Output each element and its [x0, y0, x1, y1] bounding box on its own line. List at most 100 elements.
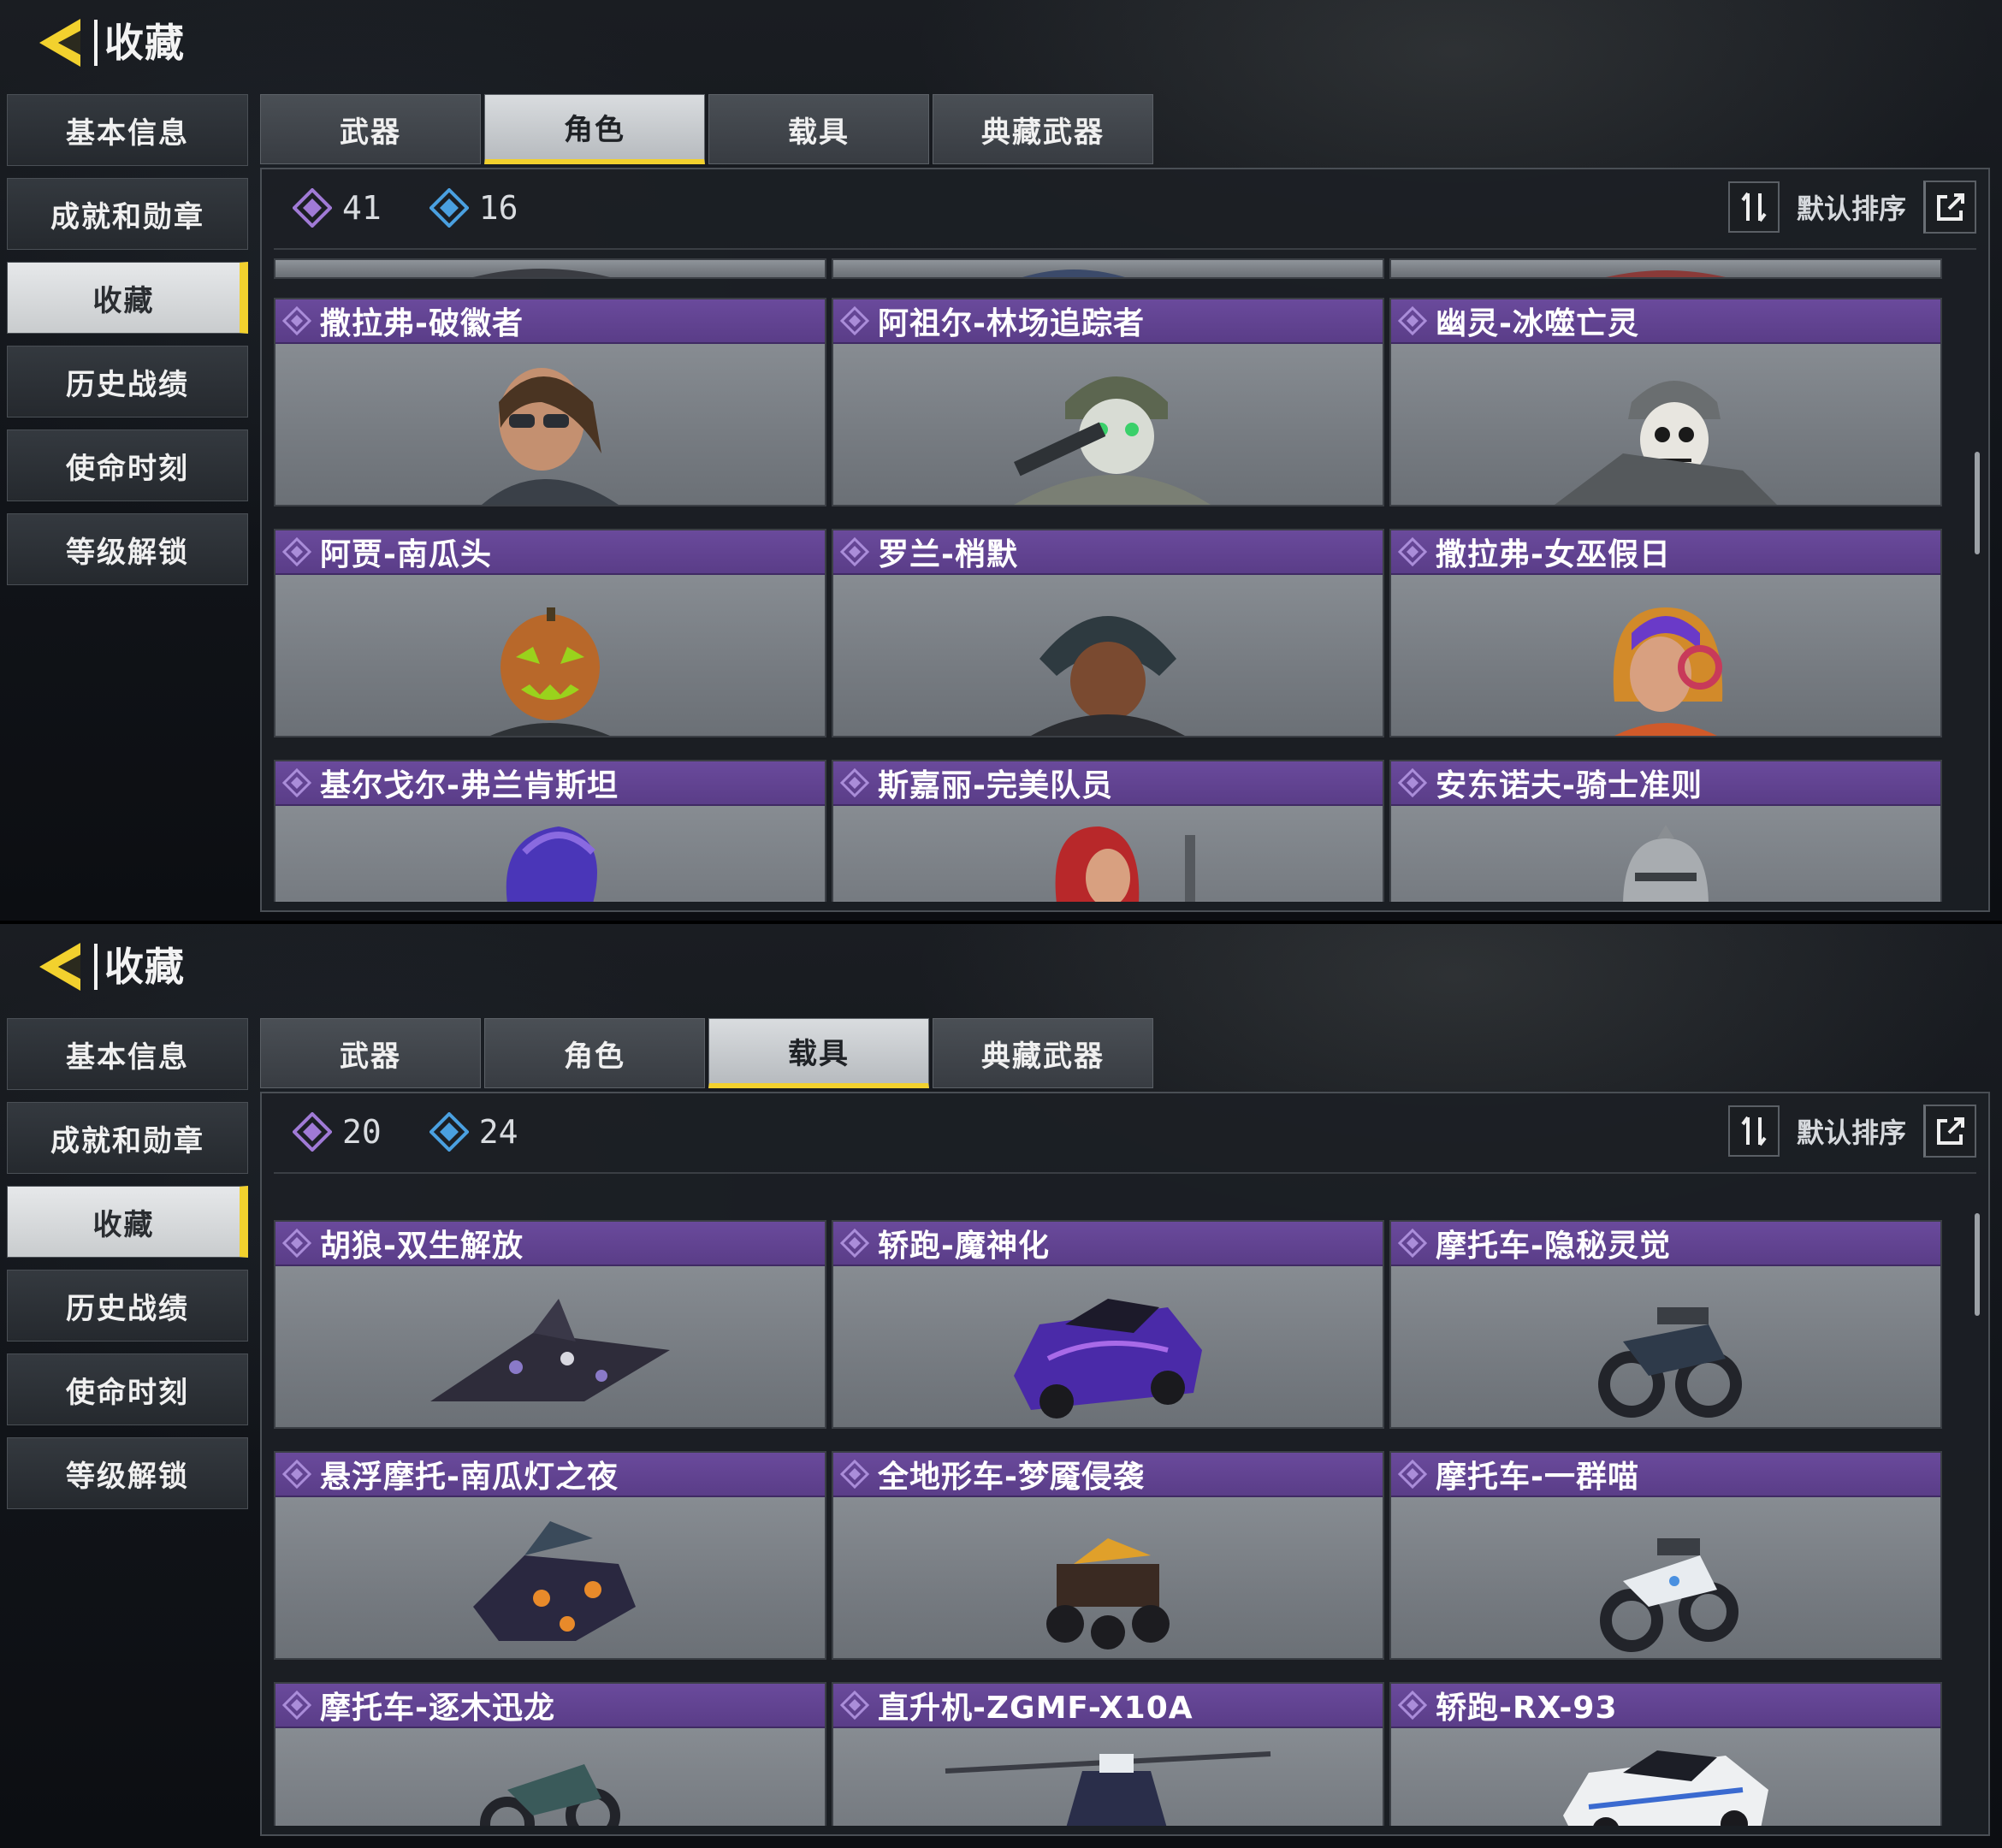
card-item[interactable]: 摩托车-隐秘灵觉: [1389, 1220, 1942, 1429]
tab-weapons[interactable]: 武器: [260, 94, 481, 164]
card-title: 阿祖尔-林场追踪者: [878, 306, 1145, 341]
vehicle-image: [945, 1751, 1271, 1826]
card-title: 胡狼-双生解放: [320, 1229, 524, 1264]
card-title: 幽灵-冰噬亡灵: [1436, 306, 1639, 341]
card-partial[interactable]: [832, 258, 1384, 279]
tab-weapons[interactable]: 武器: [260, 1018, 481, 1088]
tab-bar: 武器 角色 载具 典藏武器: [260, 1018, 1157, 1088]
sort-arrows-icon: [1741, 1116, 1767, 1146]
stat-epic: 24: [429, 1112, 518, 1152]
card-item[interactable]: 阿祖尔-林场追踪者: [832, 298, 1384, 506]
vehicle-image: [1563, 1750, 1768, 1826]
collection-panel-vehicles: 收藏 基本信息 成就和勋章 收藏 历史战绩 使命时刻 等级解锁 武器 角色 载具…: [0, 924, 2002, 1848]
back-arrow-icon[interactable]: [36, 939, 86, 994]
sidebar-item-moments[interactable]: 使命时刻: [7, 1353, 248, 1425]
sidebar-item-collection[interactable]: 收藏: [7, 1186, 248, 1258]
sidebar-item-level-unlock[interactable]: 等级解锁: [7, 513, 248, 585]
tab-characters[interactable]: 角色: [484, 1018, 705, 1088]
rarity-diamond-icon: [840, 306, 869, 335]
character-portrait: [1555, 381, 1777, 505]
card-item[interactable]: 轿跑-RX-93: [1389, 1682, 1942, 1826]
sort-label[interactable]: 默认排序: [1797, 187, 1906, 227]
vehicle-image: [1598, 1307, 1742, 1418]
vehicle-image: [1014, 1299, 1202, 1419]
legendary-diamond-icon: [293, 188, 332, 228]
scrollbar[interactable]: [1975, 1213, 1980, 1316]
sidebar-item-moments[interactable]: 使命时刻: [7, 429, 248, 501]
vehicle-image: [1046, 1538, 1170, 1650]
divider: [274, 248, 1976, 250]
tab-legendary-weapons[interactable]: 典藏武器: [933, 1018, 1153, 1088]
character-portrait: [1014, 376, 1211, 505]
tab-characters[interactable]: 角色: [484, 94, 705, 164]
card-item[interactable]: 悬浮摩托-南瓜灯之夜: [274, 1451, 826, 1660]
rarity-diamond-icon: [1398, 768, 1427, 797]
card-item[interactable]: 安东诺夫-骑士准则: [1389, 760, 1942, 902]
share-button[interactable]: [1923, 181, 1976, 234]
card-title: 撒拉弗-女巫假日: [1436, 537, 1671, 572]
card-item[interactable]: 幽灵-冰噬亡灵: [1389, 298, 1942, 506]
card-item[interactable]: 胡狼-双生解放: [274, 1220, 826, 1429]
rarity-diamond-icon: [1398, 306, 1427, 335]
sort-toolbar: 默认排序: [1727, 1104, 1976, 1158]
card-item[interactable]: 基尔戈尔-弗兰肯斯坦: [274, 760, 826, 902]
card-title: 撒拉弗-破徽者: [320, 306, 524, 341]
epic-count: 24: [478, 1113, 518, 1151]
card-partial[interactable]: [1389, 258, 1942, 279]
sort-button[interactable]: [1727, 181, 1780, 233]
back-arrow-icon[interactable]: [36, 15, 86, 70]
sidebar-item-achievements[interactable]: 成就和勋章: [7, 1102, 248, 1174]
card-item[interactable]: 阿贾-南瓜头: [274, 529, 826, 737]
card-item[interactable]: 全地形车-梦魇侵袭: [832, 1451, 1384, 1660]
sidebar-item-history[interactable]: 历史战绩: [7, 1270, 248, 1342]
character-portrait: [1055, 826, 1195, 902]
epic-diamond-icon: [429, 188, 469, 228]
rarity-diamond-icon: [1398, 1691, 1427, 1720]
sort-button[interactable]: [1727, 1105, 1780, 1157]
card-item[interactable]: 撒拉弗-女巫假日: [1389, 529, 1942, 737]
tab-vehicles[interactable]: 载具: [708, 1018, 929, 1088]
tab-legendary-weapons[interactable]: 典藏武器: [933, 94, 1153, 164]
character-portrait: [482, 368, 619, 505]
sidebar-item-history[interactable]: 历史战绩: [7, 346, 248, 418]
share-button[interactable]: [1923, 1105, 1976, 1158]
sidebar-item-basic-info[interactable]: 基本信息: [7, 1018, 248, 1090]
sidebar-item-basic-info[interactable]: 基本信息: [7, 94, 248, 166]
tab-vehicles[interactable]: 载具: [708, 94, 929, 164]
card-item[interactable]: 轿跑-魔神化: [832, 1220, 1384, 1429]
scrollbar[interactable]: [1975, 452, 1980, 554]
card-item[interactable]: 罗兰-梢默: [832, 529, 1384, 737]
card-title: 安东诺夫-骑士准则: [1436, 768, 1703, 803]
card-title: 摩托车-一群喵: [1436, 1460, 1639, 1495]
tab-bar: 武器 角色 载具 典藏武器: [260, 94, 1157, 164]
card-title: 轿跑-RX-93: [1436, 1691, 1618, 1726]
card-partial[interactable]: [274, 258, 826, 279]
card-item[interactable]: 斯嘉丽-完美队员: [832, 760, 1384, 902]
card-item[interactable]: 摩托车-逐木迅龙: [274, 1682, 826, 1826]
rarity-stats: 41 16: [293, 187, 566, 229]
sidebar-item-achievements[interactable]: 成就和勋章: [7, 178, 248, 250]
sidebar: 基本信息 成就和勋章 收藏 历史战绩 使命时刻 等级解锁: [7, 94, 250, 597]
character-portrait: [490, 607, 610, 736]
rarity-diamond-icon: [840, 1691, 869, 1720]
vehicle-image: [1600, 1538, 1738, 1652]
card-item[interactable]: 摩托车-一群喵: [1389, 1451, 1942, 1660]
card-item[interactable]: 直升机-ZGMF-X10A: [832, 1682, 1384, 1826]
collection-panel-characters: 收藏 基本信息 成就和勋章 收藏 历史战绩 使命时刻 等级解锁 武器 角色 载具…: [0, 0, 2002, 924]
sidebar-item-level-unlock[interactable]: 等级解锁: [7, 1437, 248, 1509]
card-title: 全地形车-梦魇侵袭: [878, 1460, 1145, 1495]
rarity-stats: 20 24: [293, 1111, 566, 1153]
sidebar: 基本信息 成就和勋章 收藏 历史战绩 使命时刻 等级解锁: [7, 1018, 250, 1521]
stat-legendary: 20: [293, 1112, 382, 1152]
legendary-count: 20: [342, 1113, 382, 1151]
card-item[interactable]: 撒拉弗-破徽者: [274, 298, 826, 506]
rarity-diamond-icon: [282, 768, 311, 797]
page-title: 收藏: [94, 20, 185, 66]
sort-label[interactable]: 默认排序: [1797, 1111, 1906, 1151]
card-grid: 胡狼-双生解放 轿跑-魔神化 摩托车-隐秘灵觉 悬浮摩托-南瓜灯之夜 全地形车-…: [274, 1182, 1951, 1826]
card-title: 斯嘉丽-完美队员: [878, 768, 1113, 803]
sidebar-item-collection[interactable]: 收藏: [7, 262, 248, 334]
rarity-diamond-icon: [840, 768, 869, 797]
rarity-diamond-icon: [1398, 1229, 1427, 1258]
sort-toolbar: 默认排序: [1727, 180, 1976, 234]
